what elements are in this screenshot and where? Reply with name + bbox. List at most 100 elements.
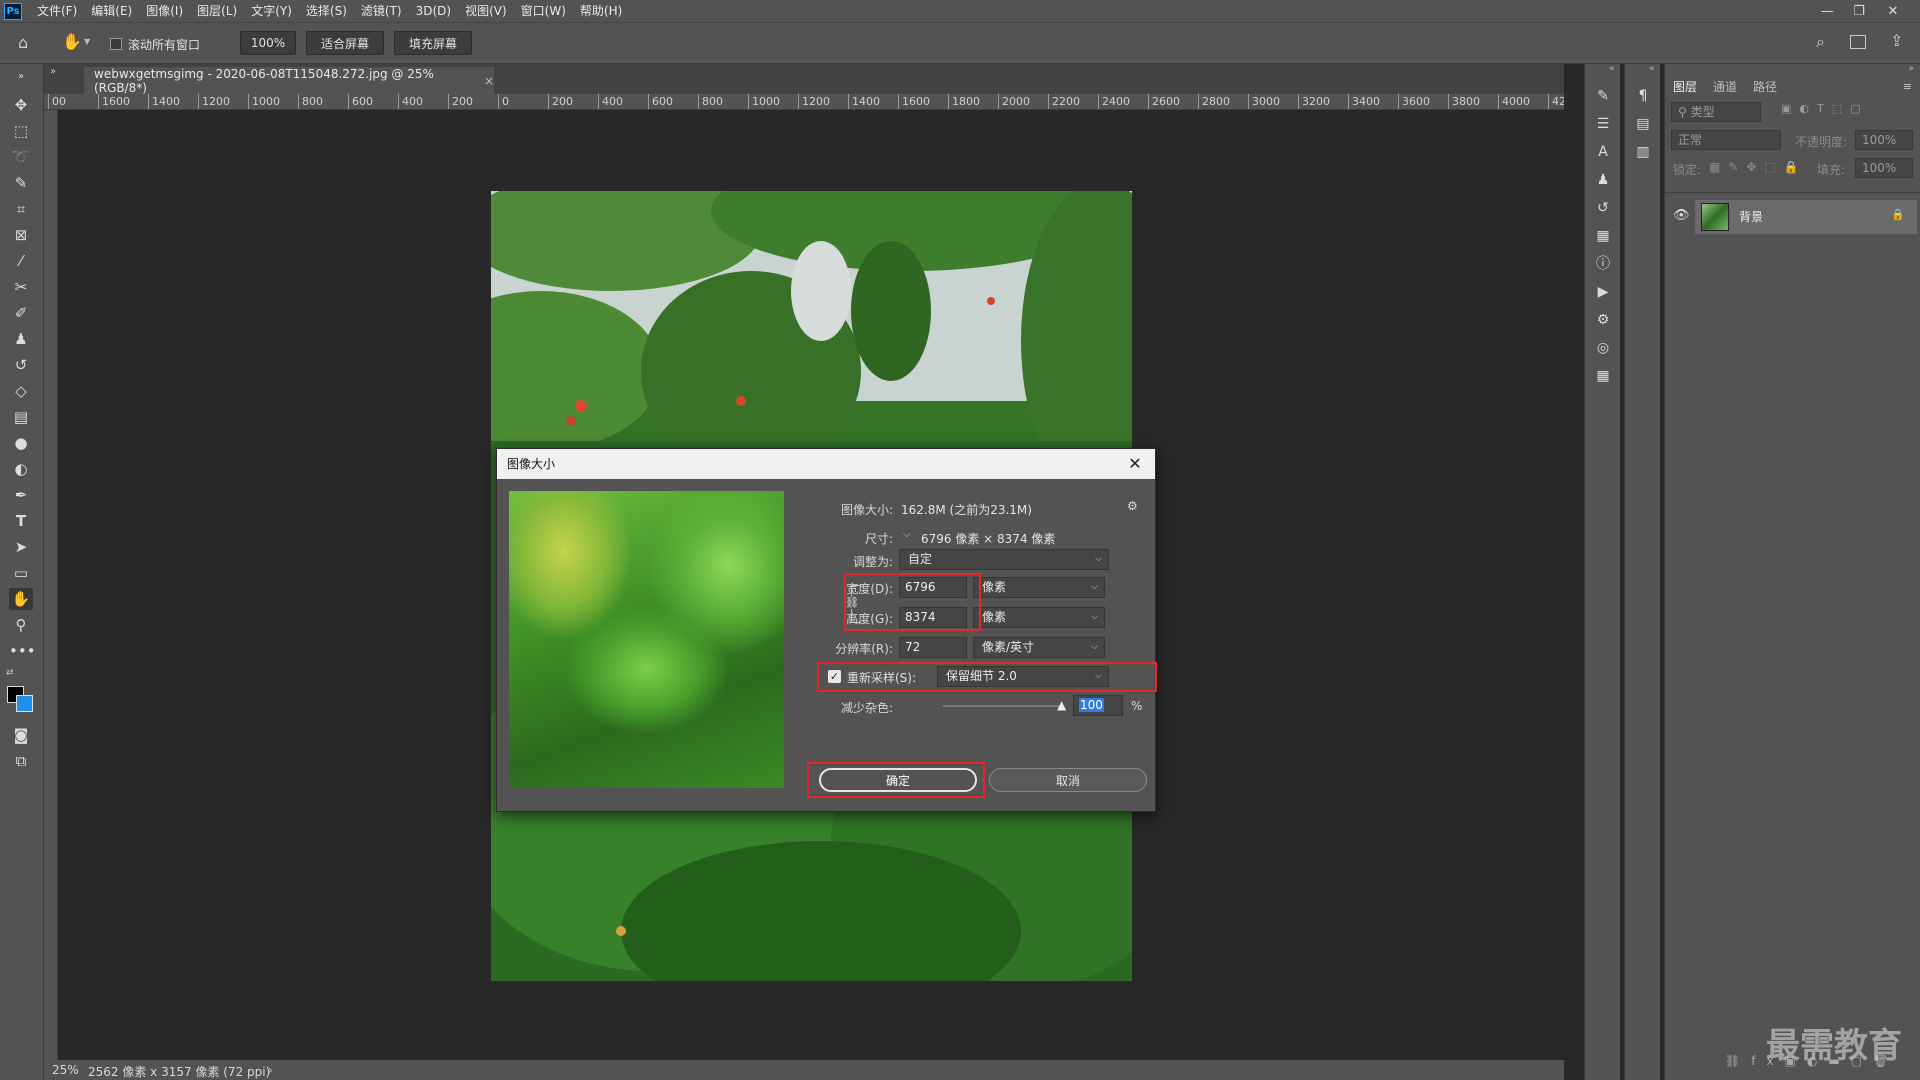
history-brush-icon[interactable]: ↺ [9,354,33,376]
noise-slider-thumb[interactable]: ▲ [1057,698,1066,712]
pen-tool-icon[interactable]: ✒ [9,484,33,506]
width-unit-select[interactable]: 像素 ⌵ [973,577,1105,598]
healing-tool-icon[interactable]: ✂ [9,276,33,298]
tab-paths[interactable]: 路径 [1753,78,1777,95]
collapse-icon[interactable]: » [1908,64,1914,74]
cancel-button[interactable]: 取消 [989,768,1147,792]
menu-item[interactable]: 窗口(W) [514,0,573,22]
screen-mode-icon[interactable]: ⧉ [9,750,33,772]
dodge-tool-icon[interactable]: ◐ [9,458,33,480]
character-icon[interactable]: A [1593,142,1613,162]
tab-layers[interactable]: 图层 [1673,78,1697,95]
swap-colors-icon[interactable]: ⇄ [6,668,14,678]
menu-item[interactable]: 视图(V) [458,0,514,22]
eraser-tool-icon[interactable]: ◇ [9,380,33,402]
filter-icons[interactable]: ▣◐T⬚▢ [1781,102,1915,122]
document-tab[interactable]: webwxgetmsgimg - 2020-06-08T115048.272.j… [84,67,494,95]
crop-tool-icon[interactable]: ⌗ [9,198,33,220]
notes-icon[interactable]: ▥ [1633,142,1653,162]
share-icon[interactable]: ⇪ [1890,31,1903,50]
noise-input[interactable]: 100 [1073,695,1123,716]
dialog-close-icon[interactable]: ✕ [1125,453,1145,475]
resample-checkbox[interactable]: ✓ [828,670,841,683]
tab-channels[interactable]: 通道 [1713,78,1737,95]
blend-mode-select[interactable]: 正常 [1671,130,1781,150]
menu-item[interactable]: 文件(F) [30,0,84,22]
layer-row-background[interactable]: 背景 🔒 [1695,200,1917,234]
chevron-right-icon[interactable]: › [268,1063,273,1077]
paragraph-icon[interactable]: ¶ [1633,86,1653,106]
adjustments-icon[interactable]: ☰ [1593,114,1613,134]
background-color-swatch[interactable] [16,695,33,712]
fit-screen-button[interactable]: 适合屏幕 [306,31,384,55]
close-tab-icon[interactable]: × [484,74,494,88]
fill-input[interactable]: 100% [1855,158,1913,178]
restore-icon[interactable]: ❐ [1842,0,1876,22]
glyphs-icon[interactable]: ▤ [1633,114,1653,134]
marquee-tool-icon[interactable]: ⬚ [9,120,33,142]
history-icon[interactable]: ↺ [1593,198,1613,218]
menu-item[interactable]: 图像(I) [139,0,190,22]
collapse-icon[interactable]: « [1609,64,1615,74]
home-icon[interactable]: ⌂ [18,33,28,52]
menu-item[interactable]: 选择(S) [299,0,354,22]
info-icon[interactable]: ⓘ [1593,254,1613,274]
collapse-icon[interactable]: » [9,66,33,88]
properties-icon[interactable]: ⚙ [1593,310,1613,330]
more-tools-icon[interactable]: ••• [9,640,36,662]
status-doc-info[interactable]: 2562 像素 x 3157 像素 (72 ppi) [88,1063,270,1080]
layer-filter-select[interactable]: ⚲ 类型 [1671,102,1761,122]
fit-to-select[interactable]: 自定 ⌵ [899,549,1109,570]
settings-gear-icon[interactable]: ⚙ [1127,499,1138,513]
height-unit-select[interactable]: 像素 ⌵ [973,607,1105,628]
path-select-tool-icon[interactable]: ➤ [9,536,33,558]
menu-item[interactable]: 文字(Y) [244,0,299,22]
collapse-icon[interactable]: » [50,66,56,77]
table-icon[interactable]: ▦ [1593,366,1613,386]
close-window-icon[interactable]: ✕ [1876,0,1910,22]
chevron-down-icon[interactable]: ▼ [84,37,90,46]
zoom-tool-icon[interactable]: ⚲ [9,614,33,636]
panel-menu-icon[interactable]: ≡ [1903,80,1912,93]
opacity-input[interactable]: 100% [1855,130,1913,150]
ok-button[interactable]: 确定 [819,768,977,792]
menu-item[interactable]: 滤镜(T) [354,0,409,22]
color-icon[interactable]: ◎ [1593,338,1613,358]
lasso-tool-icon[interactable]: ➰ [9,146,33,168]
hand-tool-icon[interactable]: ✋ [62,32,82,51]
menu-item[interactable]: 帮助(H) [573,0,629,22]
resolution-input[interactable]: 72 [899,637,967,658]
workspace-icon[interactable] [1850,35,1866,49]
menu-item[interactable]: 图层(L) [190,0,244,22]
menu-item[interactable]: 编辑(E) [84,0,139,22]
search-icon[interactable]: ⌕ [1816,32,1825,52]
clone-source-icon[interactable]: ♟ [1593,170,1613,190]
height-input[interactable]: 8374 [899,607,967,628]
width-input[interactable]: 6796 [899,577,967,598]
stamp-tool-icon[interactable]: ♟ [9,328,33,350]
actions-play-icon[interactable]: ▶ [1593,282,1613,302]
quick-select-tool-icon[interactable]: ✎ [9,172,33,194]
fill-screen-button[interactable]: 填充屏幕 [394,31,472,55]
type-tool-icon[interactable]: T [9,510,33,532]
noise-slider-track[interactable] [943,705,1063,707]
hand-tool-active-icon[interactable]: ✋ [9,588,33,610]
frame-tool-icon[interactable]: ⊠ [9,224,33,246]
brush-settings-icon[interactable]: ✎ [1593,86,1613,106]
resolution-unit-select[interactable]: 像素/英寸 ⌵ [973,637,1105,658]
eyedropper-tool-icon[interactable]: ⁄ [9,250,33,272]
link-chain-icon[interactable]: ⛓ [845,596,859,609]
scroll-all-checkbox[interactable] [110,38,122,50]
menu-item[interactable]: 3D(D) [409,0,458,22]
resample-method-select[interactable]: 保留细节 2.0 ⌵ [937,666,1109,687]
visibility-eye-icon[interactable]: 👁 [1673,208,1690,223]
dimensions-unit-chevron-icon[interactable]: ⌵ [903,529,911,540]
libraries-icon[interactable]: ▦ [1593,226,1613,246]
gradient-tool-icon[interactable]: ▤ [9,406,33,428]
brush-tool-icon[interactable]: ✐ [9,302,33,324]
image-preview[interactable] [509,491,784,788]
minimize-icon[interactable]: — [1810,0,1844,22]
zoom-100-button[interactable]: 100% [240,31,296,55]
quick-mask-icon[interactable]: ◙ [9,724,33,746]
collapse-icon[interactable]: « [1649,64,1655,74]
